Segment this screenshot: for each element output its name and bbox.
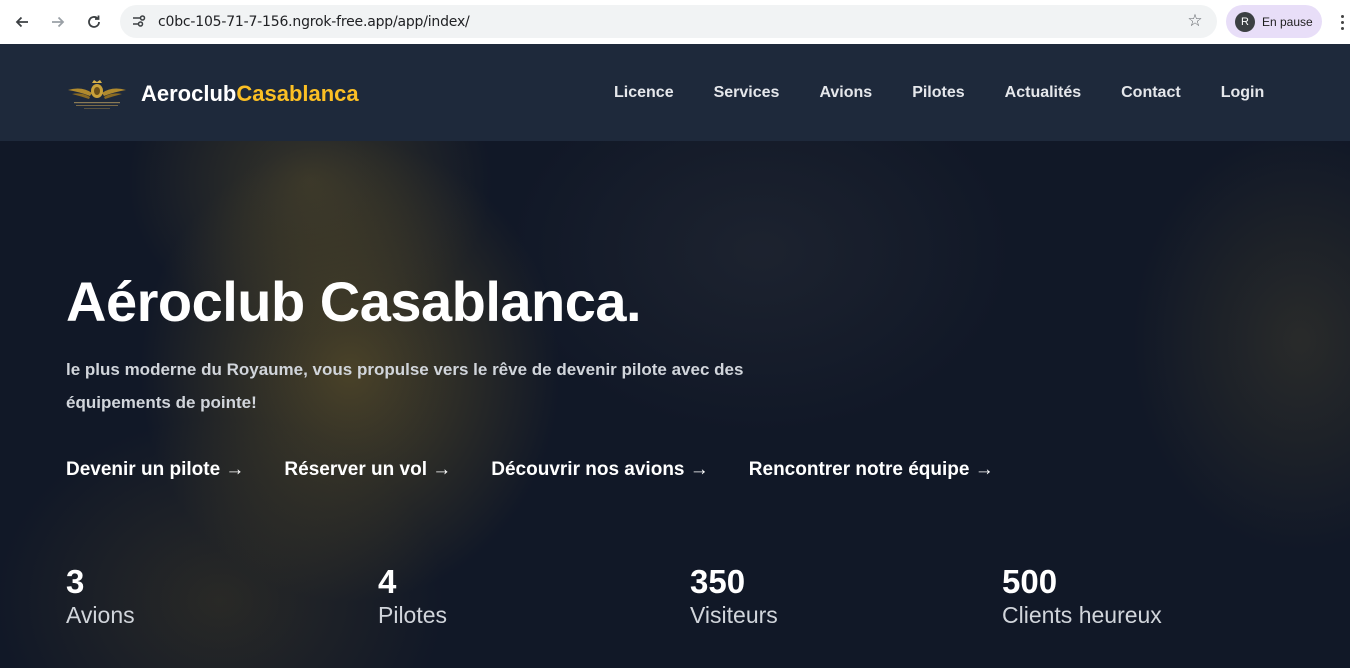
- nav-pilotes[interactable]: Pilotes: [912, 84, 964, 102]
- cta-book-flight[interactable]: Réserver un vol →: [284, 459, 451, 481]
- cta-become-pilot[interactable]: Devenir un pilote →: [66, 459, 244, 481]
- cta-discover-planes[interactable]: Découvrir nos avions →: [491, 459, 709, 481]
- stat-value: 350: [690, 563, 746, 600]
- kebab-menu-icon[interactable]: [1334, 10, 1350, 34]
- forward-icon[interactable]: [44, 8, 72, 36]
- avatar: R: [1235, 11, 1255, 32]
- hero-title: Aéroclub Casablanca.: [66, 270, 642, 333]
- back-icon[interactable]: [8, 8, 36, 36]
- site-header: AeroclubCasablanca Licence Services Avio…: [0, 44, 1350, 141]
- cta-links: Devenir un pilote → Réserver un vol → Dé…: [66, 459, 1034, 481]
- bookmark-star-icon[interactable]: ☆: [1185, 11, 1205, 31]
- brand-accent: Casablanca: [236, 81, 359, 106]
- nav-services[interactable]: Services: [714, 84, 780, 102]
- stat-visiteurs: 350 Visiteurs: [690, 563, 778, 629]
- stat-label: Visiteurs: [690, 602, 778, 628]
- browser-toolbar: c0bc-105-71-7-156.ngrok-free.app/app/ind…: [0, 0, 1350, 44]
- aeroclub-logo-icon: [68, 80, 126, 109]
- stat-value: 4: [378, 563, 397, 600]
- cta-meet-team[interactable]: Rencontrer notre équipe →: [749, 459, 994, 481]
- stats-row: 3 Avions 4 Pilotes 350 Visiteurs 500 Cli…: [66, 563, 1326, 663]
- stat-clients: 500 Clients heureux: [1002, 563, 1162, 629]
- stat-label: Pilotes: [378, 602, 448, 628]
- hero-section: Aéroclub Casablanca. le plus moderne du …: [0, 141, 1350, 668]
- profile-status: En pause: [1262, 14, 1313, 29]
- stat-avions: 3 Avions: [66, 563, 135, 629]
- main-nav: Licence Services Avions Pilotes Actualit…: [614, 84, 1304, 102]
- stat-pilotes: 4 Pilotes: [378, 563, 447, 629]
- site-info-icon[interactable]: [130, 12, 148, 30]
- nav-login[interactable]: Login: [1221, 84, 1265, 102]
- address-bar[interactable]: c0bc-105-71-7-156.ngrok-free.app/app/ind…: [120, 5, 1217, 38]
- nav-contact[interactable]: Contact: [1121, 84, 1181, 102]
- profile-button[interactable]: R En pause: [1226, 5, 1322, 38]
- stat-value: 500: [1002, 563, 1058, 600]
- nav-avions[interactable]: Avions: [819, 84, 872, 102]
- stat-label: Avions: [66, 602, 135, 628]
- reload-icon[interactable]: [80, 8, 108, 36]
- nav-licence[interactable]: Licence: [614, 84, 674, 102]
- url-text[interactable]: c0bc-105-71-7-156.ngrok-free.app/app/ind…: [158, 14, 470, 30]
- stat-label: Clients heureux: [1002, 602, 1162, 628]
- nav-actualites[interactable]: Actualités: [1005, 84, 1081, 102]
- brand-main: Aeroclub: [141, 81, 237, 106]
- stat-value: 3: [66, 563, 85, 600]
- brand[interactable]: AeroclubCasablanca: [66, 74, 359, 114]
- hero-subtitle: le plus moderne du Royaume, vous propuls…: [66, 360, 744, 412]
- brand-name: AeroclubCasablanca: [141, 81, 359, 107]
